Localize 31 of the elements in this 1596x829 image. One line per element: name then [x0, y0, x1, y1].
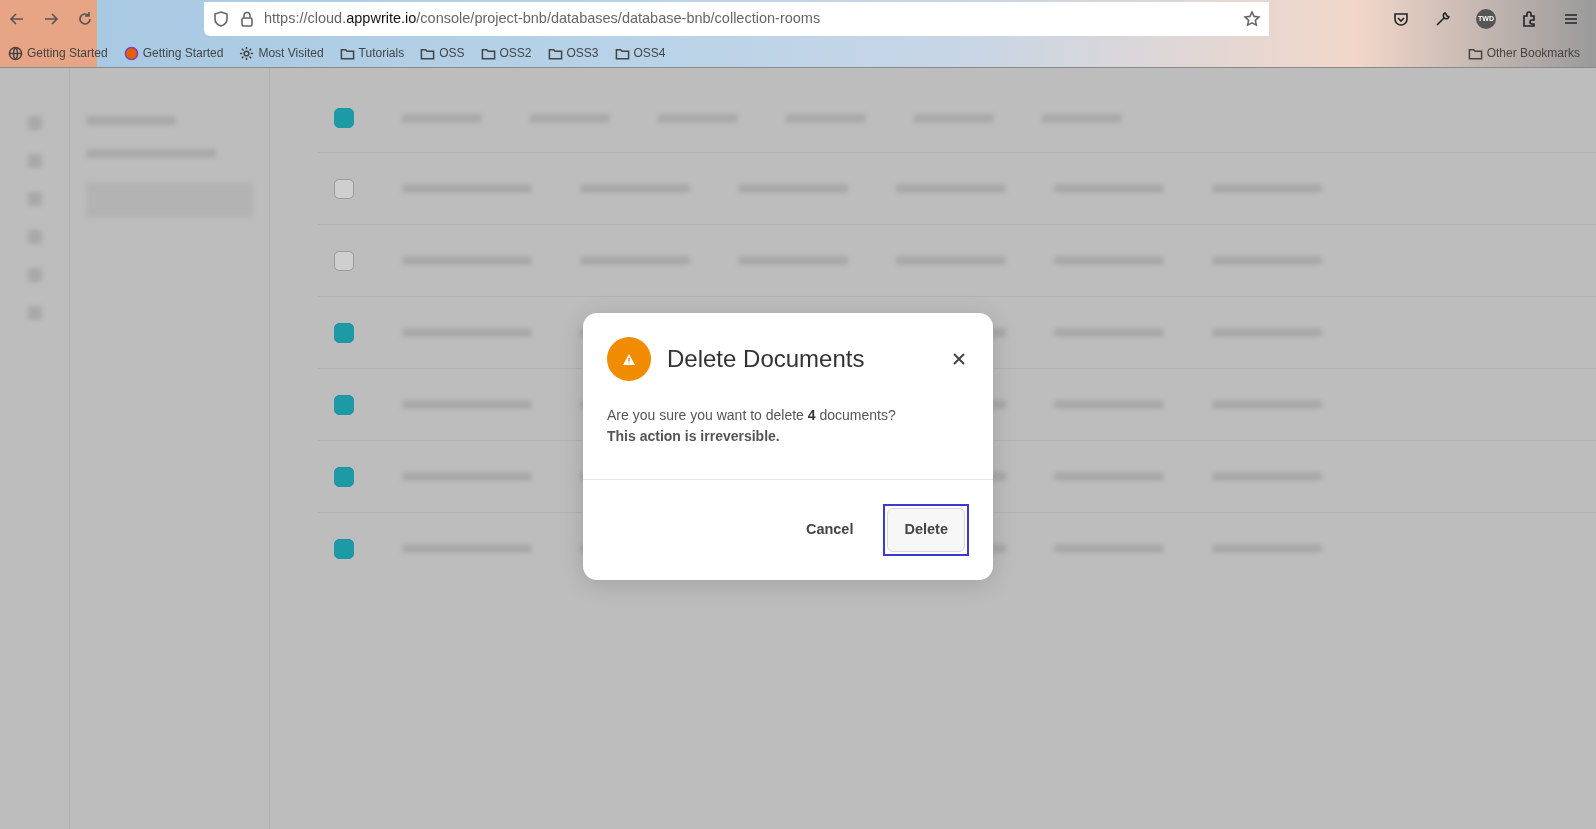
checkbox[interactable] [334, 178, 354, 199]
cancel-button[interactable]: Cancel [791, 510, 868, 550]
warning-text: This action is irreversible. [607, 427, 781, 446]
lock-icon [238, 10, 256, 28]
pocket-icon[interactable] [1392, 10, 1410, 28]
gear-icon [239, 45, 255, 61]
checkbox[interactable] [334, 394, 354, 415]
bookmark-item[interactable]: Getting Started [123, 44, 224, 62]
warning-icon [607, 337, 651, 381]
bookmark-item[interactable]: OSS2 [480, 44, 532, 62]
checkbox[interactable] [334, 250, 354, 271]
extensions-icon[interactable] [1520, 10, 1538, 28]
bookmark-star-icon[interactable] [1243, 10, 1261, 28]
bookmark-item[interactable]: Other Bookmarks [1467, 44, 1596, 62]
bookmark-item[interactable]: Tutorials [339, 44, 405, 62]
dialog-title: Delete Documents [667, 344, 866, 374]
checkbox[interactable] [334, 108, 354, 128]
wrench-icon[interactable] [1434, 10, 1452, 28]
browser-logo-icon [123, 45, 139, 61]
bookmark-item[interactable]: OSS [420, 44, 465, 62]
bookmark-item[interactable]: OSS3 [547, 44, 599, 62]
checkbox[interactable] [334, 538, 354, 559]
close-icon [953, 353, 965, 366]
globe-icon [8, 45, 23, 61]
checkbox[interactable] [334, 466, 354, 487]
bookmark-item[interactable]: OSS4 [614, 44, 666, 62]
bookmark-item[interactable]: Most Visited [239, 44, 324, 62]
shield-icon [212, 10, 230, 28]
checkbox[interactable] [334, 322, 354, 343]
reload-icon[interactable] [76, 10, 94, 28]
dialog-message: Are you sure you want to delete 4 documents? [607, 406, 897, 425]
